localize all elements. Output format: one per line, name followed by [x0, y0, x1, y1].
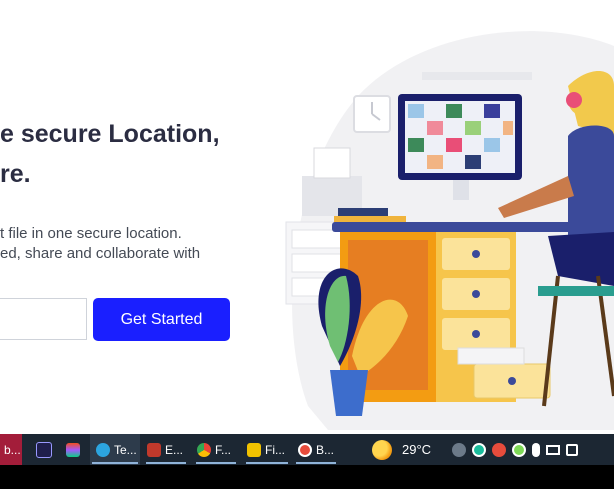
file-explorer-icon	[247, 442, 261, 457]
workspace-illustration	[285, 31, 614, 430]
taskbar-item-vscode[interactable]: E...	[147, 434, 183, 465]
taskbar-item-file-explorer[interactable]: Fi...	[247, 434, 285, 465]
taskbar-item-chrome[interactable]: F...	[197, 434, 231, 465]
chrome-icon	[197, 442, 211, 457]
status-icon[interactable]	[512, 442, 526, 457]
telegram-icon	[96, 442, 110, 457]
taskbar-item-figma[interactable]	[66, 434, 84, 465]
taskbar-item-after-effects[interactable]	[36, 434, 56, 465]
taskbar: b... Te... E... F... Fi... B... 29°C	[0, 434, 614, 465]
taskbar-item-label: Fi...	[265, 442, 285, 457]
taskbar-item-label: B...	[316, 442, 335, 457]
weather-widget[interactable]: 29°C	[372, 434, 431, 465]
figma-icon	[66, 442, 80, 457]
subtext-line-2: ed, share and collaborate with	[0, 245, 201, 262]
taskbar-item-label: Te...	[114, 442, 137, 457]
record-icon	[298, 442, 312, 457]
sync-icon[interactable]	[472, 442, 486, 457]
hero-headline: e secure Location, re.	[0, 114, 220, 194]
hero-subtext: t file in one secure location. ed, share…	[0, 224, 200, 264]
headline-line-1: e secure Location,	[0, 120, 220, 148]
after-effects-icon	[36, 441, 52, 458]
taskbar-item-label: b...	[4, 442, 21, 457]
get-started-button[interactable]: Get Started	[93, 298, 230, 341]
battery-icon[interactable]	[546, 444, 560, 455]
subtext-line-1: t file in one secure location.	[0, 225, 182, 242]
weather-icon	[372, 439, 392, 460]
skype-icon[interactable]	[452, 442, 466, 457]
black-bar	[0, 465, 614, 489]
taskbar-item-record[interactable]: B...	[298, 434, 334, 465]
app-tray-icon[interactable]	[492, 442, 506, 457]
weather-temperature: 29°C	[402, 442, 432, 457]
microphone-icon[interactable]	[532, 442, 540, 457]
email-input[interactable]	[0, 298, 87, 340]
network-icon[interactable]	[566, 443, 578, 456]
taskbar-item-label: E...	[165, 442, 184, 457]
taskbar-item-telegram[interactable]: Te...	[90, 434, 140, 465]
system-tray	[452, 434, 578, 465]
taskbar-item-label: F...	[215, 442, 232, 457]
headline-line-2: re.	[0, 160, 31, 188]
taskbar-item-0[interactable]: b...	[0, 434, 22, 465]
hero-section: e secure Location, re. t file in one sec…	[0, 0, 614, 434]
vscode-icon	[147, 442, 161, 457]
